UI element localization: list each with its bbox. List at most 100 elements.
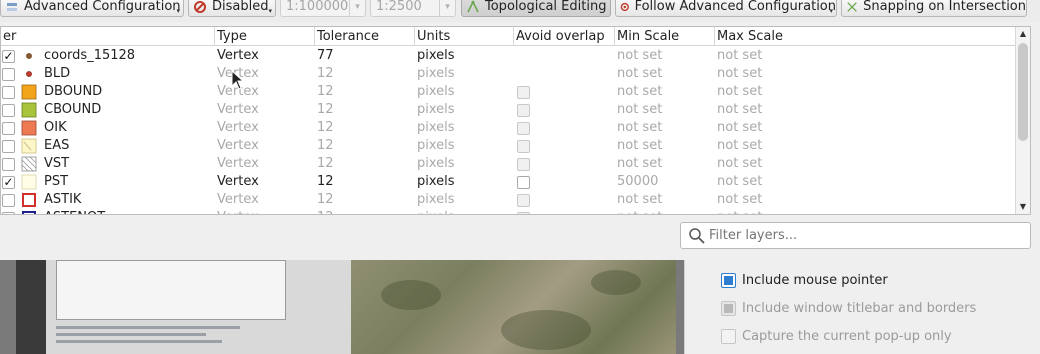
units-cell[interactable]: pixels	[417, 65, 455, 83]
avoid-overlap-checkbox[interactable]	[517, 194, 530, 207]
snap-type-cell[interactable]: Vertex	[217, 47, 259, 65]
column-header-type[interactable]: Type	[214, 27, 314, 46]
min-scale-cell[interactable]: not set	[617, 209, 662, 214]
avoid-overlap-checkbox[interactable]	[517, 176, 530, 189]
min-scale-cell[interactable]: not set	[617, 119, 662, 137]
min-scale-spinbox[interactable]: 1:100000 ▾	[280, 0, 366, 17]
snap-type-cell[interactable]: Vertex	[217, 155, 259, 173]
tolerance-cell[interactable]: 12	[317, 119, 334, 137]
units-cell[interactable]: pixels	[417, 101, 455, 119]
table-row[interactable]: CBOUND Vertex 12 pixels not set not set	[1, 101, 1015, 119]
avoid-overlap-checkbox[interactable]	[517, 212, 530, 214]
max-scale-cell[interactable]: not set	[717, 119, 762, 137]
avoid-overlap-checkbox[interactable]	[517, 104, 530, 117]
max-scale-cell[interactable]: not set	[717, 137, 762, 155]
max-scale-cell[interactable]: not set	[717, 47, 762, 65]
table-row[interactable]: VST Vertex 12 pixels not set not set	[1, 155, 1015, 173]
max-scale-spinbox[interactable]: 1:2500 ▾	[370, 0, 456, 17]
avoid-overlap-checkbox[interactable]	[517, 86, 530, 99]
min-scale-cell[interactable]: not set	[617, 83, 662, 101]
column-header-units[interactable]: Units	[414, 27, 513, 46]
table-row[interactable]: DBOUND Vertex 12 pixels not set not set	[1, 83, 1015, 101]
capture-popup-checkbox[interactable]: Capture the current pop-up only	[721, 326, 952, 346]
snapping-mode-dropdown[interactable]: Advanced Configuration ▾	[0, 0, 184, 17]
layer-enable-checkbox[interactable]	[2, 104, 15, 117]
max-scale-cell[interactable]: not set	[717, 173, 762, 191]
column-header-min-scale[interactable]: Min Scale	[614, 27, 714, 46]
tolerance-cell[interactable]: 12	[317, 173, 334, 191]
max-scale-cell[interactable]: not set	[717, 209, 762, 214]
snap-type-cell[interactable]: Vertex	[217, 191, 259, 209]
snap-type-cell[interactable]: Vertex	[217, 119, 259, 137]
tolerance-cell[interactable]: 12	[317, 209, 334, 214]
units-cell[interactable]: pixels	[417, 137, 455, 155]
table-row[interactable]: ✓ PST Vertex 12 pixels 50000 not set	[1, 173, 1015, 191]
include-mouse-pointer-checkbox[interactable]: Include mouse pointer	[721, 270, 888, 290]
snapping-intersection-label: Snapping on Intersection	[863, 0, 1026, 14]
units-cell[interactable]: pixels	[417, 47, 455, 65]
max-scale-cell[interactable]: not set	[717, 101, 762, 119]
table-row[interactable]: ASTIK Vertex 12 pixels not set not set	[1, 191, 1015, 209]
include-titlebar-checkbox[interactable]: Include window titlebar and borders	[721, 298, 976, 318]
avoid-overlap-checkbox[interactable]	[517, 158, 530, 171]
snap-type-cell[interactable]: Vertex	[217, 101, 259, 119]
tolerance-cell[interactable]: 12	[317, 101, 334, 119]
layer-enable-checkbox[interactable]	[2, 194, 15, 207]
layer-enable-checkbox[interactable]: ✓	[2, 50, 15, 63]
filter-layers-input[interactable]	[709, 228, 1009, 243]
units-cell[interactable]: pixels	[417, 191, 455, 209]
max-scale-cell[interactable]: not set	[717, 155, 762, 173]
table-row[interactable]: ✓ coords_15128 Vertex 77 pixels not set not se…	[1, 47, 1015, 65]
snap-type-cell[interactable]: Vertex	[217, 209, 259, 214]
tolerance-cell[interactable]: 12	[317, 155, 334, 173]
min-scale-cell[interactable]: not set	[617, 137, 662, 155]
units-cell[interactable]: pixels	[417, 209, 455, 214]
table-row[interactable]: OIK Vertex 12 pixels not set not set	[1, 119, 1015, 137]
layer-enable-checkbox[interactable]	[2, 140, 15, 153]
avoid-overlap-checkbox[interactable]	[517, 140, 530, 153]
scrollbar-thumb[interactable]	[1018, 43, 1028, 141]
min-scale-cell[interactable]: not set	[617, 47, 662, 65]
max-scale-cell[interactable]: not set	[717, 65, 762, 83]
layer-enable-checkbox[interactable]	[2, 158, 15, 171]
min-scale-cell[interactable]: not set	[617, 155, 662, 173]
layer-enable-checkbox[interactable]	[2, 86, 15, 99]
layer-enable-checkbox[interactable]	[2, 212, 15, 214]
table-vertical-scrollbar[interactable]: ▲ ▼	[1015, 27, 1030, 214]
min-scale-cell[interactable]: 50000	[617, 173, 658, 191]
tolerance-cell[interactable]: 12	[317, 191, 334, 209]
snapping-intersection-button[interactable]: Snapping on Intersection	[841, 0, 1027, 17]
layer-enable-checkbox[interactable]	[2, 122, 15, 135]
avoid-overlap-checkbox[interactable]	[517, 122, 530, 135]
snap-type-cell[interactable]: Vertex	[217, 173, 259, 191]
units-cell[interactable]: pixels	[417, 173, 455, 191]
tolerance-cell[interactable]: 12	[317, 137, 334, 155]
table-row[interactable]: BLD Vertex 12 pixels not set not set	[1, 65, 1015, 83]
max-scale-cell[interactable]: not set	[717, 191, 762, 209]
min-scale-cell[interactable]: not set	[617, 101, 662, 119]
column-header-avoid-overlap[interactable]: Avoid overlap	[513, 27, 614, 46]
snapping-type-dropdown[interactable]: Disabled ▾	[188, 0, 276, 17]
scroll-down-icon[interactable]: ▼	[1016, 200, 1030, 214]
layer-enable-checkbox[interactable]	[2, 68, 15, 81]
table-row[interactable]: ASTENOT Vertex 12 pixels not set not set	[1, 209, 1015, 214]
column-header-tolerance[interactable]: Tolerance	[314, 27, 414, 46]
min-scale-cell[interactable]: not set	[617, 191, 662, 209]
units-cell[interactable]: pixels	[417, 119, 455, 137]
tolerance-cell[interactable]: 12	[317, 65, 334, 83]
column-header-layer[interactable]: er	[1, 27, 214, 46]
follow-advanced-config-dropdown[interactable]: Follow Advanced Configuration ▾	[615, 0, 837, 17]
units-cell[interactable]: pixels	[417, 155, 455, 173]
snap-type-cell[interactable]: Vertex	[217, 137, 259, 155]
scroll-up-icon[interactable]: ▲	[1016, 27, 1030, 41]
tolerance-cell[interactable]: 77	[317, 47, 334, 65]
tolerance-cell[interactable]: 12	[317, 83, 334, 101]
column-header-max-scale[interactable]: Max Scale	[714, 27, 1015, 46]
topological-editing-button[interactable]: Topological Editing	[461, 0, 611, 17]
table-row[interactable]: EAS Vertex 12 pixels not set not set	[1, 137, 1015, 155]
layer-enable-checkbox[interactable]: ✓	[2, 176, 15, 189]
min-scale-cell[interactable]: not set	[617, 65, 662, 83]
max-scale-cell[interactable]: not set	[717, 83, 762, 101]
filter-layers-box[interactable]	[680, 222, 1031, 249]
units-cell[interactable]: pixels	[417, 83, 455, 101]
